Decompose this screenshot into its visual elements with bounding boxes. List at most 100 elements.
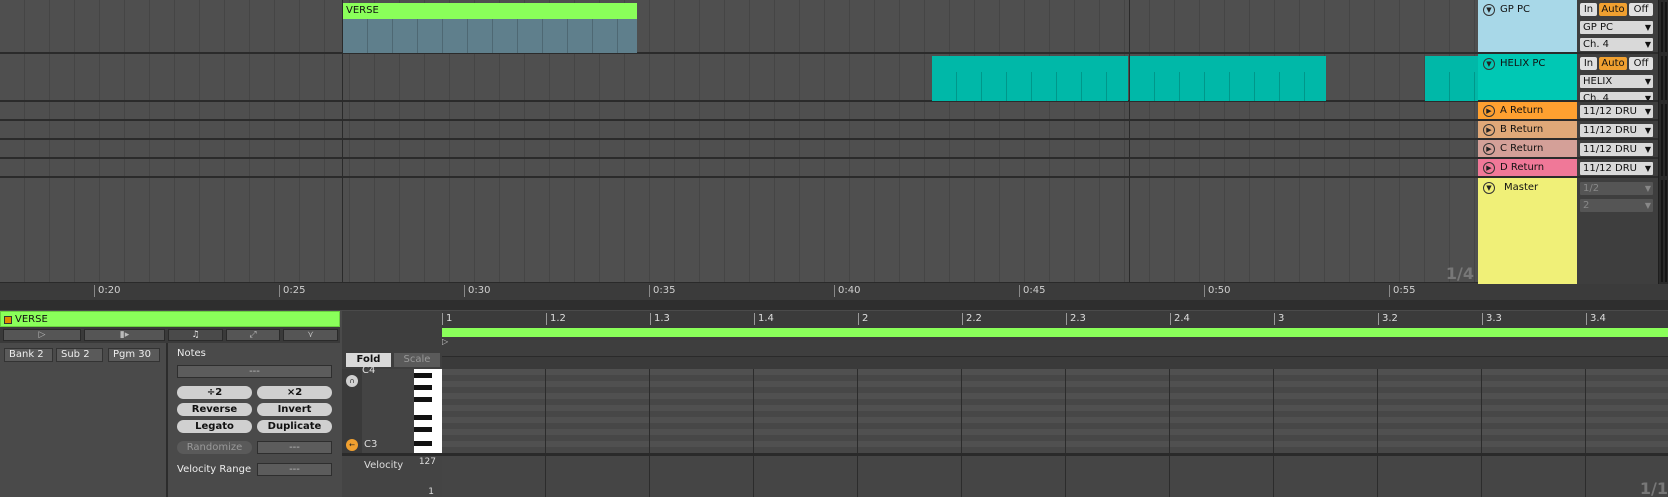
monitor-off-button[interactable]: Off: [1629, 3, 1653, 16]
velocity-range-field[interactable]: ---: [257, 463, 332, 476]
tab-clip-icon[interactable]: ▷: [3, 329, 81, 341]
clip-title-bar[interactable]: VERSE: [0, 311, 340, 327]
track-name: HELIX PC: [1500, 58, 1546, 69]
track-header-gp-pc[interactable]: ▼ GP PC: [1478, 0, 1577, 54]
bank-select[interactable]: Bank 2: [4, 348, 53, 362]
black-key[interactable]: [414, 441, 432, 446]
track-header-a-return[interactable]: ▶ A Return: [1478, 102, 1577, 121]
monitor-auto-button[interactable]: Auto: [1599, 57, 1627, 70]
black-key[interactable]: [414, 415, 432, 420]
headphones-icon[interactable]: ∩: [346, 375, 358, 387]
track-name: Master: [1504, 182, 1539, 193]
level-meter: [1658, 0, 1668, 54]
play-icon[interactable]: ▶: [1483, 124, 1495, 136]
start-marker-icon[interactable]: ▷: [442, 337, 448, 346]
time-tick: 0:55: [1389, 285, 1415, 297]
tab-generate-icon[interactable]: ⋎: [283, 329, 338, 341]
black-key[interactable]: [414, 427, 432, 432]
clip-helix-body: [1425, 72, 1478, 101]
track-header-helix-pc[interactable]: ▼ HELIX PC: [1478, 54, 1577, 102]
beat-tick: 3.4: [1586, 313, 1606, 325]
beat-tick: 2.3: [1066, 313, 1086, 325]
track-header-b-return[interactable]: ▶ B Return: [1478, 121, 1577, 140]
velocity-label: Velocity: [364, 460, 404, 471]
lane-a-return[interactable]: [0, 102, 1478, 121]
black-key[interactable]: [414, 385, 432, 390]
beat-ruler[interactable]: 1 1.2 1.3 1.4 2 2.2 2.3 2.4 3 3.2 3.3 3.…: [442, 311, 1668, 327]
view-separator[interactable]: [0, 300, 1668, 310]
divide-by-two-button[interactable]: ÷2: [177, 386, 252, 399]
output-select[interactable]: 11/12 DRU: [1580, 124, 1653, 137]
clip-verse[interactable]: VERSE: [343, 3, 637, 53]
clip-title: VERSE: [15, 314, 48, 325]
monitor-off-button[interactable]: Off: [1629, 57, 1653, 70]
beat-tick: 1.4: [754, 313, 774, 325]
monitor-in-button[interactable]: In: [1580, 3, 1597, 16]
beat-tick: 2: [858, 313, 868, 325]
tab-transform-icon[interactable]: ⤢: [226, 329, 280, 341]
follow-icon[interactable]: ←: [346, 439, 358, 451]
fold-icon[interactable]: ▼: [1483, 58, 1495, 70]
input-select[interactable]: GP PC: [1580, 21, 1653, 34]
output-select[interactable]: 1/2: [1580, 182, 1653, 195]
time-tick: 0:40: [834, 285, 860, 297]
lane-c-return[interactable]: [0, 140, 1478, 159]
invert-button[interactable]: Invert: [257, 403, 332, 416]
play-icon[interactable]: ▶: [1483, 162, 1495, 174]
marker-lane[interactable]: ▷: [442, 337, 1668, 357]
randomize-button[interactable]: Randomize: [177, 441, 252, 454]
clip-helix[interactable]: [932, 56, 1128, 101]
input-select[interactable]: HELIX: [1580, 75, 1653, 88]
track-header-d-return[interactable]: ▶ D Return: [1478, 159, 1577, 178]
note-grid[interactable]: [442, 369, 1668, 453]
channel-select[interactable]: Ch. 4: [1580, 92, 1653, 100]
play-icon[interactable]: ▶: [1483, 105, 1495, 117]
track-io-d-return: 11/12 DRU: [1577, 159, 1658, 178]
notes-field[interactable]: ---: [177, 365, 332, 378]
monitor-auto-button[interactable]: Auto: [1599, 3, 1627, 16]
randomize-amount-field[interactable]: ---: [257, 441, 332, 454]
lane-b-return[interactable]: [0, 121, 1478, 140]
clip-activator-icon[interactable]: [4, 316, 12, 324]
lane-master[interactable]: [0, 178, 1478, 284]
fold-icon[interactable]: ▼: [1483, 4, 1495, 16]
tab-launch-icon[interactable]: ▮▸: [84, 329, 165, 341]
output-select[interactable]: 11/12 DRU: [1580, 162, 1653, 175]
time-tick: 0:30: [464, 285, 490, 297]
channel-select[interactable]: Ch. 4: [1580, 38, 1653, 51]
reverse-button[interactable]: Reverse: [177, 403, 252, 416]
fold-icon[interactable]: ▼: [1483, 182, 1495, 194]
black-key[interactable]: [414, 397, 432, 402]
black-key[interactable]: [414, 373, 432, 378]
notes-panel: Notes --- ÷2 ×2 Reverse Invert Legato Du…: [170, 343, 340, 497]
output-select[interactable]: 11/12 DRU: [1580, 105, 1653, 118]
multiply-by-two-button[interactable]: ×2: [257, 386, 332, 399]
sub-bank-select[interactable]: Sub 2: [56, 348, 103, 362]
play-icon[interactable]: ▶: [1483, 143, 1495, 155]
time-tick: 0:35: [649, 285, 675, 297]
loop-brace[interactable]: [442, 328, 1668, 337]
track-header-master[interactable]: ▼ Master: [1478, 178, 1577, 284]
velocity-lane[interactable]: [442, 456, 1668, 497]
program-select[interactable]: Pgm 30: [108, 348, 160, 362]
track-header-c-return[interactable]: ▶ C Return: [1478, 140, 1577, 159]
level-meter: [1658, 102, 1668, 178]
track-io-c-return: 11/12 DRU: [1577, 140, 1658, 159]
tab-notes-icon[interactable]: ♫: [168, 329, 223, 341]
duplicate-button[interactable]: Duplicate: [257, 420, 332, 433]
midi-editor: 1 1.2 1.3 1.4 2 2.2 2.3 2.4 3 3.2 3.3 3.…: [342, 311, 1668, 497]
lane-gp-pc[interactable]: [0, 0, 1478, 54]
monitor-in-button[interactable]: In: [1580, 57, 1597, 70]
track-io-helix-pc: In Auto Off HELIX Ch. 4: [1577, 54, 1658, 102]
output-select[interactable]: 11/12 DRU: [1580, 143, 1653, 156]
legato-button[interactable]: Legato: [177, 420, 252, 433]
lane-d-return[interactable]: [0, 159, 1478, 178]
cue-select[interactable]: 2: [1580, 199, 1653, 212]
scale-button[interactable]: Scale: [394, 353, 440, 367]
clip-helix[interactable]: [1130, 56, 1326, 101]
clip-helix[interactable]: [1425, 56, 1478, 101]
arrangement-view[interactable]: VERSE 1/4: [0, 0, 1478, 284]
clip-tabs: ▷ ▮▸ ♫ ⤢ ⋎: [0, 327, 340, 343]
time-ruler[interactable]: 0:20 0:25 0:30 0:35 0:40 0:45 0:50 0:55: [0, 282, 1478, 300]
piano-keys[interactable]: [414, 369, 442, 453]
